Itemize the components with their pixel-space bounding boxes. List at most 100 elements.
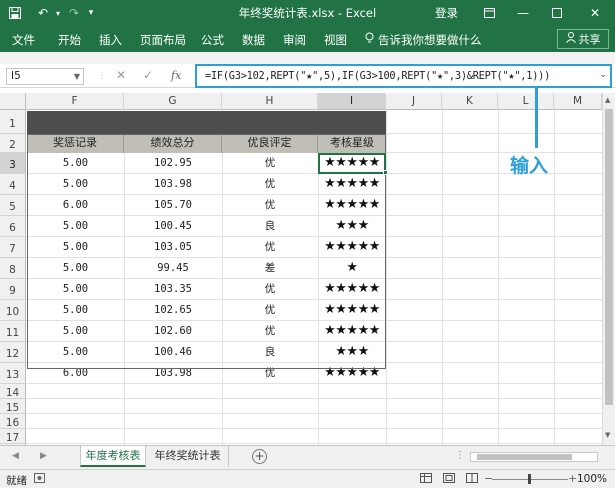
menu-home[interactable]: 开始: [58, 32, 81, 48]
prev-sheet-icon[interactable]: ◀: [12, 451, 19, 461]
cell-rating[interactable]: 优: [222, 195, 318, 215]
column-header-j[interactable]: J: [386, 93, 442, 110]
cell-rating[interactable]: 良: [222, 216, 318, 236]
cell-rating[interactable]: 优: [222, 363, 318, 383]
worksheet-grid[interactable]: F G H I J K L M 1 2 3 4 5 6 7 8 9 10 11 12 13 14 15 16 1…: [0, 93, 615, 445]
row-header-4[interactable]: 4: [0, 174, 26, 195]
cell-rating[interactable]: 优: [222, 300, 318, 320]
cell-rating[interactable]: 优: [222, 174, 318, 194]
row-header-3[interactable]: 3: [0, 153, 26, 174]
cell-stars[interactable]: ★★★★★: [318, 174, 386, 194]
cell-score[interactable]: 103.98: [124, 174, 222, 194]
row-header-8[interactable]: 8: [0, 258, 26, 279]
enter-icon[interactable]: ✓: [143, 68, 153, 82]
column-header-m[interactable]: M: [554, 93, 602, 110]
maximize-icon[interactable]: [546, 3, 568, 23]
row-header-12[interactable]: 12: [0, 342, 26, 363]
cell-award[interactable]: 5.00: [27, 300, 124, 320]
cell-score[interactable]: 103.35: [124, 279, 222, 299]
scroll-up-icon[interactable]: ▲: [605, 96, 610, 104]
row-header-16[interactable]: 16: [0, 414, 26, 429]
cell-score[interactable]: 102.95: [124, 153, 222, 173]
cell-score[interactable]: 102.60: [124, 321, 222, 341]
share-button[interactable]: 共享: [557, 29, 609, 49]
cell-award[interactable]: 5.00: [27, 216, 124, 236]
cell-award[interactable]: 5.00: [27, 153, 124, 173]
column-header-l[interactable]: L: [498, 93, 554, 110]
normal-view-icon[interactable]: [420, 473, 432, 486]
cell-stars[interactable]: ★★★★★: [318, 195, 386, 215]
menu-insert[interactable]: 插入: [99, 32, 122, 48]
cell-score[interactable]: 100.45: [124, 216, 222, 236]
cell-score[interactable]: 102.65: [124, 300, 222, 320]
row-header-13[interactable]: 13: [0, 363, 26, 384]
menu-view[interactable]: 视图: [324, 32, 347, 48]
cell-stars[interactable]: ★★★: [318, 216, 386, 236]
fill-handle[interactable]: [383, 170, 388, 175]
undo-icon[interactable]: ↶: [34, 4, 52, 22]
cell-stars[interactable]: ★★★★★: [318, 279, 386, 299]
cell-award[interactable]: 5.00: [27, 321, 124, 341]
vertical-scroll-thumb[interactable]: [605, 109, 613, 405]
macro-record-icon[interactable]: [34, 473, 45, 486]
row-header-6[interactable]: 6: [0, 216, 26, 237]
row-header-14[interactable]: 14: [0, 384, 26, 399]
cell-stars[interactable]: ★★★★★: [318, 153, 386, 173]
cell-score[interactable]: 105.70: [124, 195, 222, 215]
customize-qat-icon[interactable]: ▾: [84, 4, 98, 22]
page-break-view-icon[interactable]: [466, 473, 478, 486]
row-header-1[interactable]: 1: [0, 110, 26, 134]
cell-rating[interactable]: 优: [222, 279, 318, 299]
chevron-down-icon[interactable]: ▼: [74, 69, 80, 84]
sheet-tab-bonus-stats[interactable]: 年终奖统计表: [147, 446, 229, 467]
cell-stars[interactable]: ★★★★★: [318, 363, 386, 383]
formula-input[interactable]: =IF(G3>102,REPT("★",5),IF(G3>100,REPT("★…: [195, 64, 612, 88]
row-header-17[interactable]: 17: [0, 429, 26, 444]
cell-stars[interactable]: ★★★★★: [318, 300, 386, 320]
cell-award[interactable]: 6.00: [27, 363, 124, 383]
cell-score[interactable]: 99.45: [124, 258, 222, 278]
cell-rating[interactable]: 优: [222, 237, 318, 257]
undo-dropdown-icon[interactable]: ▾: [53, 4, 63, 22]
name-box[interactable]: I5 ▼: [6, 68, 84, 85]
vertical-scrollbar[interactable]: ▲ ▼: [602, 93, 615, 445]
column-header-g[interactable]: G: [124, 93, 222, 110]
zoom-in-icon[interactable]: +: [568, 472, 577, 485]
cell-score[interactable]: 103.98: [124, 363, 222, 383]
close-icon[interactable]: ✕: [584, 3, 606, 23]
cell-award[interactable]: 5.00: [27, 279, 124, 299]
cell-rating[interactable]: 差: [222, 258, 318, 278]
cancel-icon[interactable]: ✕: [116, 68, 126, 82]
menu-page-layout[interactable]: 页面布局: [140, 32, 186, 48]
menu-file[interactable]: 文件: [12, 32, 35, 48]
menu-review[interactable]: 审阅: [283, 32, 306, 48]
menu-data[interactable]: 数据: [242, 32, 265, 48]
next-sheet-icon[interactable]: ▶: [40, 451, 47, 461]
menu-formulas[interactable]: 公式: [201, 32, 224, 48]
cell-award[interactable]: 5.00: [27, 342, 124, 362]
zoom-slider-thumb[interactable]: [528, 474, 531, 484]
cell-award[interactable]: 5.00: [27, 258, 124, 278]
cell-stars[interactable]: ★: [318, 258, 386, 278]
ribbon-display-icon[interactable]: [478, 3, 500, 23]
column-header-i[interactable]: I: [318, 93, 386, 110]
login-link[interactable]: 登录: [435, 5, 458, 21]
redo-icon[interactable]: ↷: [66, 4, 82, 22]
horizontal-scrollbar[interactable]: [470, 452, 598, 462]
column-header-h[interactable]: H: [222, 93, 318, 110]
insert-function-icon[interactable]: fx: [171, 69, 181, 82]
page-layout-view-icon[interactable]: [443, 473, 455, 486]
select-all-corner[interactable]: [0, 93, 26, 110]
cell-score[interactable]: 103.05: [124, 237, 222, 257]
cell-score[interactable]: 100.46: [124, 342, 222, 362]
row-header-9[interactable]: 9: [0, 279, 26, 300]
cell-award[interactable]: 6.00: [27, 195, 124, 215]
horizontal-scroll-thumb[interactable]: [477, 454, 572, 460]
add-sheet-icon[interactable]: +: [252, 449, 267, 464]
cell-stars[interactable]: ★★★★★: [318, 321, 386, 341]
cell-award[interactable]: 5.00: [27, 174, 124, 194]
column-header-f[interactable]: F: [26, 93, 124, 110]
row-header-5[interactable]: 5: [0, 195, 26, 216]
expand-formula-icon[interactable]: ⌄: [599, 70, 607, 80]
cell-rating[interactable]: 优: [222, 321, 318, 341]
